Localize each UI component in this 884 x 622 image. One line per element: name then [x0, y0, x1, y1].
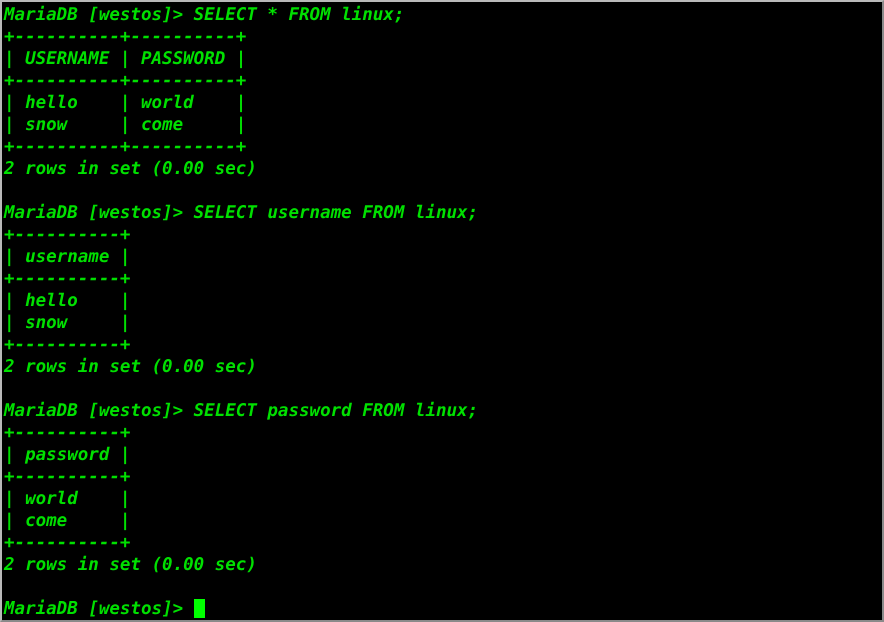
- terminal-line: +----------+: [4, 423, 131, 443]
- terminal-line: 2 rows in set (0.00 sec): [4, 555, 257, 575]
- terminal-line: +----------+: [4, 225, 131, 245]
- terminal-line: | hello | world |: [4, 93, 247, 113]
- terminal-line: | USERNAME | PASSWORD |: [4, 49, 247, 69]
- terminal-line: | password |: [4, 445, 131, 465]
- terminal-line: +----------+: [4, 533, 131, 553]
- terminal-window[interactable]: MariaDB [westos]> SELECT * FROM linux; +…: [0, 0, 884, 622]
- terminal-line: +----------+----------+: [4, 137, 247, 157]
- terminal-line: MariaDB [westos]> SELECT username FROM l…: [4, 203, 479, 223]
- terminal-line: MariaDB [westos]> SELECT * FROM linux;: [4, 5, 405, 25]
- text-cursor: [193, 599, 205, 618]
- terminal-prompt-line[interactable]: MariaDB [westos]>: [4, 598, 882, 620]
- terminal-line: | username |: [4, 247, 131, 267]
- terminal-line: | snow | come |: [4, 115, 247, 135]
- terminal-line: 2 rows in set (0.00 sec): [4, 357, 257, 377]
- terminal-line: MariaDB [westos]> SELECT password FROM l…: [4, 401, 479, 421]
- terminal-line: +----------+: [4, 335, 131, 355]
- terminal-output-area[interactable]: MariaDB [westos]> SELECT * FROM linux; +…: [2, 2, 882, 620]
- terminal-line: | hello |: [4, 291, 131, 311]
- prompt-text: MariaDB [westos]>: [4, 599, 194, 619]
- terminal-line: | world |: [4, 489, 131, 509]
- terminal-line: +----------+: [4, 467, 131, 487]
- terminal-line: 2 rows in set (0.00 sec): [4, 159, 257, 179]
- terminal-line: +----------+: [4, 269, 131, 289]
- terminal-line: | snow |: [4, 313, 131, 333]
- terminal-line: +----------+----------+: [4, 27, 247, 47]
- terminal-line: | come |: [4, 511, 131, 531]
- terminal-line: +----------+----------+: [4, 71, 247, 91]
